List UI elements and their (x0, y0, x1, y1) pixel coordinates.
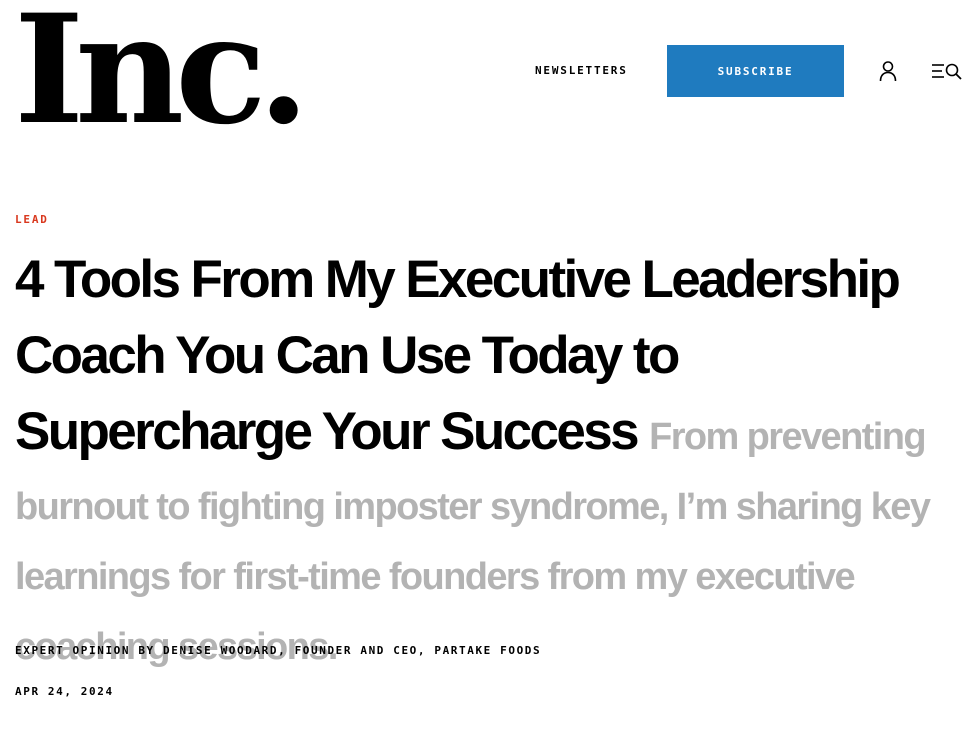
headline-block: 4 Tools From My Executive Leadership Coa… (15, 248, 970, 686)
newsletters-link[interactable]: NEWSLETTERS (535, 64, 628, 77)
user-icon[interactable] (878, 60, 898, 82)
publish-date: APR 24, 2024 (15, 685, 114, 698)
inc-logo[interactable]: Inc. (14, 0, 310, 150)
site-header: Inc. NEWSLETTERS SUBSCRIBE (0, 0, 980, 150)
byline: EXPERT OPINION BY DENISE WOODARD, FOUNDE… (15, 644, 542, 657)
menu-search-icon[interactable] (930, 61, 964, 81)
subscribe-button[interactable]: SUBSCRIBE (667, 45, 844, 97)
section-kicker[interactable]: LEAD (15, 213, 49, 226)
